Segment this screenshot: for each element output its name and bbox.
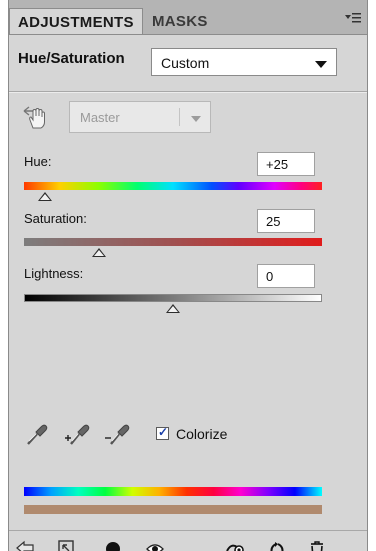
hue-slider-thumb[interactable] [37,192,52,201]
tab-bar: ADJUSTMENTS MASKS [9,0,367,35]
targeted-adjustment-hand-icon[interactable] [21,104,47,130]
lightness-slider-thumb[interactable] [166,304,180,313]
clip-to-layer-icon[interactable] [57,539,77,551]
lightness-input[interactable]: 0 [257,264,315,288]
input-color-spectrum-bar [24,487,322,496]
visibility-circle-icon[interactable] [103,539,123,551]
reset-icon[interactable] [267,539,287,551]
checkmark-icon: ✓ [158,425,169,439]
channel-dropdown: Master [69,101,211,133]
lightness-label: Lightness: [24,266,84,281]
saturation-input[interactable]: 25 [257,209,315,233]
preset-dropdown[interactable]: Custom [151,48,337,76]
channel-value: Master [80,110,120,125]
divider [9,91,367,93]
chevron-down-icon [191,116,201,122]
eyedropper-subtract-icon[interactable] [103,420,131,448]
lightness-track[interactable] [24,294,322,302]
saturation-track[interactable] [24,238,322,246]
hue-track[interactable] [24,182,322,190]
chevron-down-icon [315,61,327,68]
eyedropper-icon[interactable] [23,420,51,448]
trash-icon[interactable] [307,539,327,551]
adjustment-title: Hue/Saturation [18,50,125,67]
eyedropper-add-icon[interactable] [63,420,91,448]
tab-adjustments[interactable]: ADJUSTMENTS [9,8,143,34]
output-color-bar [24,505,322,514]
saturation-slider-thumb[interactable] [91,248,106,257]
colorize-label: Colorize [176,426,228,442]
eye-icon[interactable] [145,539,165,551]
panel-menu-icon[interactable] [345,12,361,24]
view-previous-icon[interactable] [225,539,245,551]
hue-input[interactable]: +25 [257,152,315,176]
bottom-toolbar [9,530,367,551]
colorize-checkbox[interactable]: ✓ [156,425,169,440]
return-icon[interactable] [15,539,35,551]
hue-label: Hue: [24,154,52,169]
tab-masks[interactable]: MASKS [144,8,234,34]
dropdown-divider [179,108,180,126]
adjustments-panel: ADJUSTMENTS MASKS Hue/Saturation Custom … [8,0,368,551]
preset-value: Custom [161,55,210,71]
saturation-label: Saturation: [24,211,87,226]
